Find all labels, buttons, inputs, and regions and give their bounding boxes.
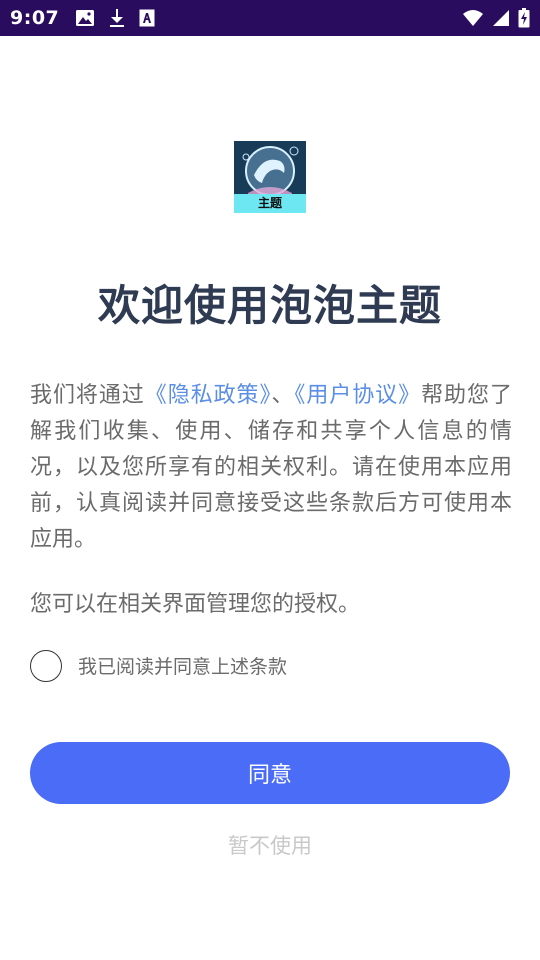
notification-icons: [75, 8, 155, 28]
app-icon: 主题: [234, 141, 306, 213]
user-agreement-link[interactable]: 《用户协议》: [294, 383, 421, 408]
intro-paragraph: 我们将通过《隐私政策》、《用户协议》帮助您了解我们收集、使用、储存和共享个人信息…: [30, 378, 512, 558]
app-icon-label: 主题: [234, 194, 306, 213]
status-time: 9:07: [10, 7, 60, 29]
consent-checkbox[interactable]: [30, 649, 62, 682]
intro-text-part2: 帮助您了解我们收集、使用、储存和共享个人信息的情况，以及您所享有的相关权利。请在…: [30, 383, 512, 552]
consent-label[interactable]: 我已阅读并同意上述条款: [78, 652, 287, 679]
image-icon: [75, 9, 95, 27]
status-bar: 9:07: [0, 0, 540, 36]
agree-button[interactable]: 同意: [30, 742, 510, 804]
consent-row[interactable]: 我已阅读并同意上述条款: [30, 649, 287, 682]
system-status-icons: [462, 8, 530, 28]
wifi-icon: [462, 9, 484, 27]
battery-charging-icon: [518, 8, 530, 28]
welcome-title: 欢迎使用泡泡主题: [97, 281, 442, 330]
download-icon: [109, 8, 125, 28]
intro-text-part1: 我们将通过: [30, 383, 145, 408]
privacy-policy-link[interactable]: 《隐私政策》: [145, 383, 272, 408]
signal-icon: [492, 9, 510, 27]
decline-button[interactable]: 暂不使用: [0, 830, 540, 860]
font-icon: [139, 9, 155, 27]
authorization-note: 您可以在相关界面管理您的授权。: [30, 592, 361, 617]
intro-separator: 、: [271, 383, 295, 408]
